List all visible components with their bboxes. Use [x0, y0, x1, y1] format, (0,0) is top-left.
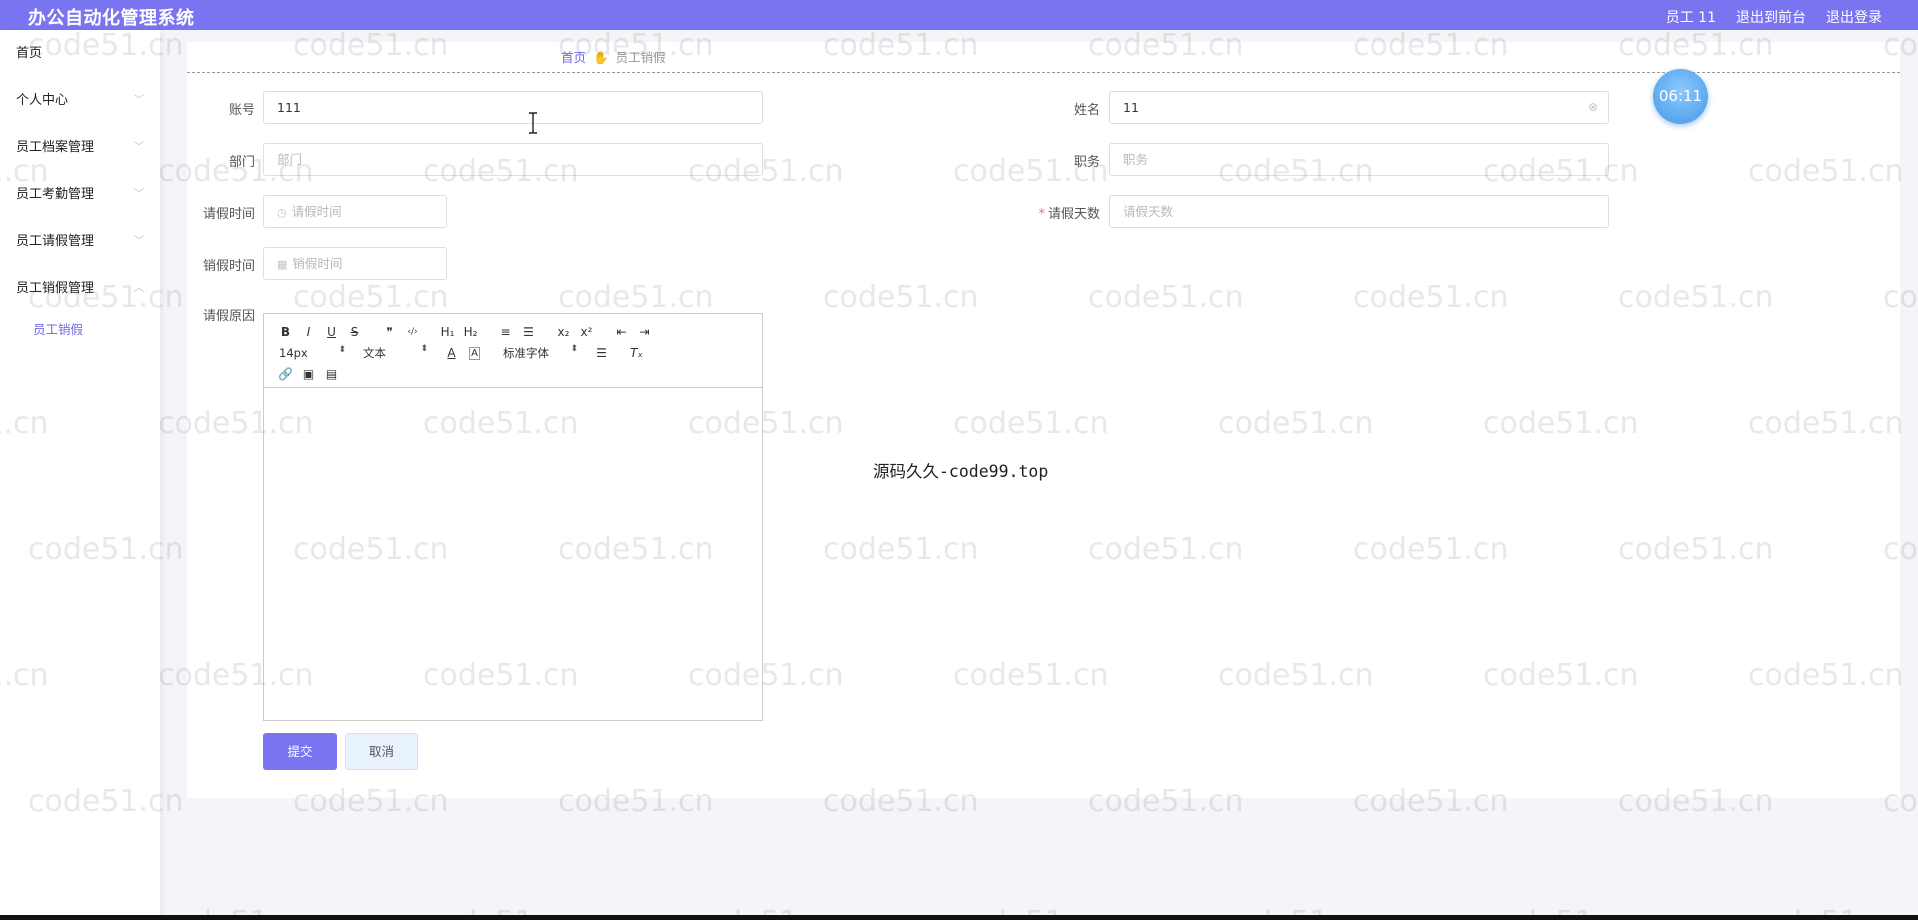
- font-color-button[interactable]: A: [440, 346, 463, 360]
- strike-button[interactable]: S: [343, 325, 366, 339]
- toolbar-row: 14px ⬍ 文本 ⬍ A A 标准字体 ⬍ ☰ Tₓ: [274, 343, 752, 363]
- heading2-button[interactable]: H₂: [459, 325, 482, 339]
- chevron-down-icon: ﹀: [134, 236, 144, 247]
- sidebar: 首页 个人中心 ﹀ 员工档案管理 ﹀ 员工考勤管理 ﹀ 员工请假管理 ﹀ 员工销…: [0, 30, 160, 920]
- breadcrumb-home[interactable]: 首页: [561, 50, 586, 65]
- leave-days-label: * 请假天数: [1030, 203, 1100, 222]
- heading1-button[interactable]: H₁: [436, 325, 459, 339]
- chevron-down-icon: ﹀: [134, 95, 144, 106]
- select-arrow-icon: ⬍: [338, 345, 346, 355]
- name-field[interactable]: 11 ⊗: [1109, 91, 1609, 124]
- sidebar-item-label: 员工销假管理: [16, 281, 95, 296]
- chevron-down-icon: ﹀: [134, 189, 144, 200]
- text-cursor-icon: [529, 112, 537, 134]
- bottom-edge: [0, 915, 1918, 920]
- font-size-value: 14px: [279, 346, 308, 360]
- clear-icon[interactable]: ⊗: [1588, 92, 1598, 123]
- hand-icon: ✋: [593, 50, 609, 65]
- blockquote-button[interactable]: ❞: [378, 325, 401, 339]
- name-label: 姓名: [1073, 103, 1100, 118]
- logout-link[interactable]: 退出登录: [1826, 7, 1882, 27]
- top-links: 员工 11 退出到前台 退出登录: [1666, 7, 1882, 27]
- link-icon[interactable]: 🔗: [274, 367, 297, 381]
- rich-text-editor: B I U S ❞ ‹/› H₁ H₂ ≡ ☰ x₂ x² ⇤ ⇥ 14px ⬍…: [263, 313, 763, 721]
- block-type-value: 文本: [363, 346, 386, 360]
- bullet-list-button[interactable]: ☰: [517, 325, 540, 339]
- sidebar-item-leave-cancel[interactable]: 员工销假管理 ︿: [0, 265, 160, 312]
- breadcrumb-current: 员工销假: [615, 50, 666, 65]
- editor-content-area[interactable]: [264, 388, 762, 720]
- submit-button[interactable]: 提交: [263, 733, 337, 770]
- account-label: 账号: [228, 103, 255, 118]
- name-value: 11: [1123, 100, 1139, 115]
- cancel-button[interactable]: 取消: [345, 733, 418, 770]
- sidebar-item-personal-center[interactable]: 个人中心 ﹀: [0, 77, 160, 124]
- department-label: 部门: [228, 155, 255, 170]
- cancel-time-label: 销假时间: [202, 259, 255, 274]
- timer-badge: 06:11: [1653, 69, 1708, 124]
- italic-button[interactable]: I: [297, 325, 320, 339]
- sidebar-item-label: 员工档案管理: [16, 140, 95, 155]
- source-note: 源码久久-code99.top: [873, 462, 1049, 481]
- sidebar-item-label: 员工请假管理: [16, 234, 95, 249]
- sidebar-item-attendance[interactable]: 员工考勤管理 ﹀: [0, 171, 160, 218]
- leave-time-label: 请假时间: [202, 207, 255, 222]
- user-label: 员工 11: [1665, 10, 1716, 26]
- font-size-select[interactable]: 14px ⬍: [274, 345, 346, 360]
- position-field[interactable]: 职务: [1109, 143, 1609, 176]
- exit-to-front-link[interactable]: 退出到前台: [1736, 7, 1806, 27]
- align-icon[interactable]: ☰: [590, 346, 613, 360]
- leave-days-label-text: 请假天数: [1047, 207, 1100, 222]
- leave-time-placeholder: 请假时间: [291, 204, 342, 219]
- block-type-select[interactable]: 文本 ⬍: [358, 344, 428, 361]
- top-bar: 办公自动化管理系统 员工 11 退出到前台 退出登录: [0, 0, 1918, 30]
- select-arrow-icon: ⬍: [570, 344, 578, 354]
- superscript-button[interactable]: x²: [575, 325, 598, 339]
- font-family-select[interactable]: 标准字体 ⬍: [498, 344, 578, 361]
- leave-days-field[interactable]: 请假天数: [1109, 195, 1609, 228]
- select-arrow-icon: ⬍: [420, 344, 428, 354]
- sidebar-item-home[interactable]: 首页: [0, 30, 160, 77]
- subscript-button[interactable]: x₂: [552, 325, 575, 339]
- sidebar-item-label: 个人中心: [16, 93, 69, 108]
- background-color-button[interactable]: A: [469, 346, 480, 360]
- image-icon[interactable]: ▣: [297, 367, 320, 381]
- video-icon[interactable]: ▤: [320, 367, 343, 381]
- cancel-time-placeholder: 销假时间: [292, 256, 343, 271]
- department-field[interactable]: 部门: [263, 143, 763, 176]
- clear-format-button[interactable]: Tₓ: [625, 346, 648, 360]
- main-panel: 首页 ✋ 员工销假 账号 111 姓名 11 ⊗ 部门 部门 职务 职务 请假时…: [187, 42, 1900, 798]
- indent-button[interactable]: ⇥: [633, 325, 656, 339]
- ordered-list-button[interactable]: ≡: [494, 325, 517, 339]
- outdent-button[interactable]: ⇤: [610, 325, 633, 339]
- bold-button[interactable]: B: [274, 325, 297, 339]
- cancel-time-picker[interactable]: ▦ 销假时间: [263, 247, 447, 280]
- position-label: 职务: [1073, 155, 1100, 170]
- leave-time-picker[interactable]: ◷ 请假时间: [263, 195, 447, 228]
- calendar-icon: ▦: [277, 258, 288, 271]
- app-title: 办公自动化管理系统: [28, 8, 195, 29]
- clock-icon: ◷: [277, 206, 287, 219]
- divider: [187, 72, 1900, 73]
- sidebar-item-label: 首页: [16, 46, 43, 61]
- sidebar-subitem-leave-cancel[interactable]: 员工销假: [0, 312, 160, 348]
- chevron-down-icon: ﹀: [134, 142, 144, 153]
- chevron-up-icon: ︿: [134, 283, 144, 294]
- reason-label: 请假原因: [202, 309, 255, 324]
- font-family-value: 标准字体: [503, 346, 549, 360]
- sidebar-item-employee-files[interactable]: 员工档案管理 ﹀: [0, 124, 160, 171]
- editor-toolbar: B I U S ❞ ‹/› H₁ H₂ ≡ ☰ x₂ x² ⇤ ⇥ 14px ⬍…: [264, 314, 762, 388]
- underline-button[interactable]: U: [320, 325, 343, 339]
- toolbar-row: 🔗 ▣ ▤: [274, 364, 752, 384]
- breadcrumb: 首页 ✋ 员工销假: [561, 47, 666, 66]
- required-mark: *: [1038, 207, 1045, 222]
- sidebar-item-leave[interactable]: 员工请假管理 ﹀: [0, 218, 160, 265]
- sidebar-item-label: 员工考勤管理: [16, 187, 95, 202]
- code-block-button[interactable]: ‹/›: [401, 327, 424, 337]
- toolbar-row: B I U S ❞ ‹/› H₁ H₂ ≡ ☰ x₂ x² ⇤ ⇥: [274, 322, 752, 342]
- account-field[interactable]: 111: [263, 91, 763, 124]
